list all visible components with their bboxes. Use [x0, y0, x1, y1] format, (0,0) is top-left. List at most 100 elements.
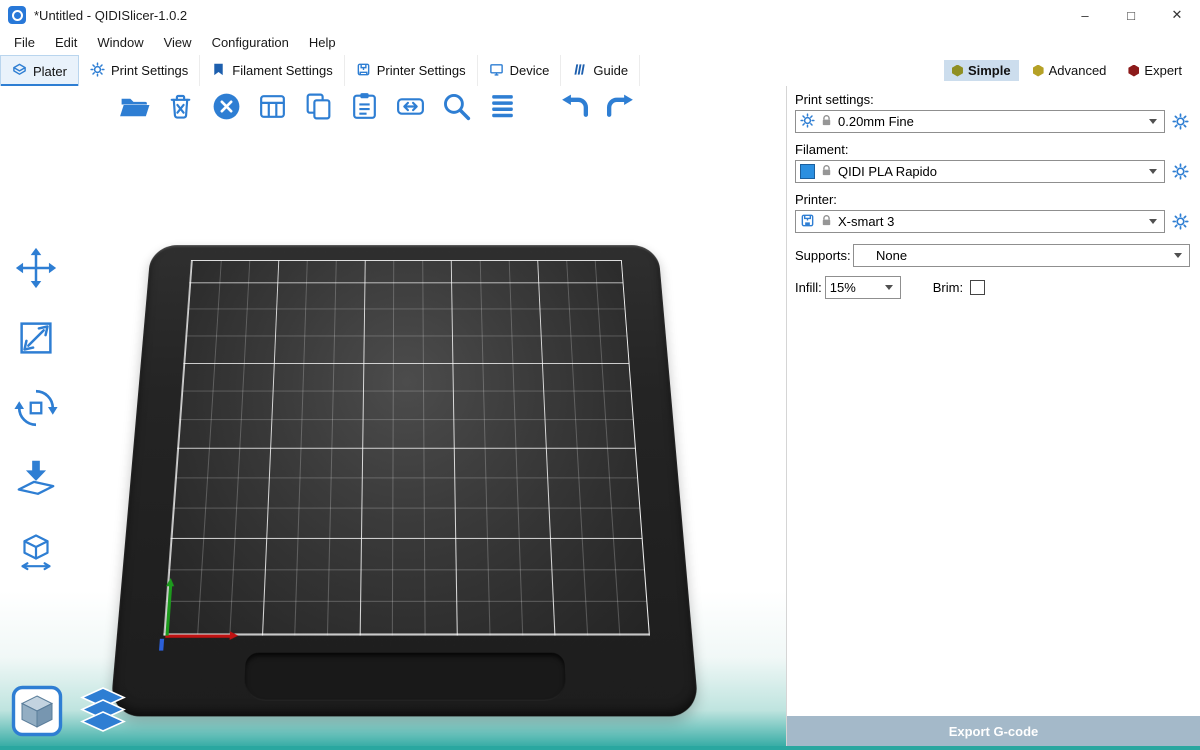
tab-label: Device [510, 63, 550, 78]
3d-viewport[interactable] [0, 86, 786, 750]
printer-icon [800, 213, 815, 231]
supports-label: Supports: [795, 248, 853, 263]
menu-bar: File Edit Window View Configuration Help [0, 30, 1200, 55]
printer-icon [356, 62, 371, 80]
delete-icon[interactable] [162, 88, 199, 125]
advanced-mode-icon [1033, 65, 1044, 77]
filament-gear-button[interactable] [1171, 162, 1190, 181]
paste-icon[interactable] [346, 88, 383, 125]
arrange-icon[interactable] [254, 88, 291, 125]
printer-row: X-smart 3 [795, 210, 1190, 233]
tab-bar: Plater Print Settings Filament Settings … [0, 55, 1200, 87]
chevron-down-icon[interactable] [885, 285, 893, 290]
guide-columns-icon [572, 62, 587, 80]
supports-value: None [876, 248, 907, 263]
mode-selector: Simple Advanced Expert [944, 55, 1200, 86]
chevron-down-icon[interactable] [1149, 119, 1157, 124]
brim-label: Brim: [933, 280, 963, 295]
chevron-down-icon[interactable] [1149, 219, 1157, 224]
scale-icon[interactable] [12, 314, 60, 362]
mode-label: Simple [968, 63, 1011, 78]
maximize-button[interactable]: □ [1108, 0, 1154, 30]
main-area: Print settings: 0.20mm Fine Filament: QI… [0, 86, 1200, 750]
filament-color-swatch [800, 164, 815, 179]
place-on-face-icon[interactable] [12, 454, 60, 502]
filament-row: QIDI PLA Rapido [795, 160, 1190, 183]
search-icon[interactable] [438, 88, 475, 125]
print-settings-combo[interactable]: 0.20mm Fine [795, 110, 1165, 133]
split-objects-icon[interactable] [392, 88, 429, 125]
lock-icon [820, 214, 833, 230]
tab-label: Print Settings [111, 63, 188, 78]
window-controls: – □ ✕ [1062, 0, 1200, 30]
printer-label: Printer: [795, 192, 1190, 207]
rotate-icon[interactable] [12, 384, 60, 432]
mode-label: Expert [1144, 63, 1182, 78]
close-button[interactable]: ✕ [1154, 0, 1200, 30]
measure-icon[interactable] [12, 524, 60, 572]
filament-label: Filament: [795, 142, 1190, 157]
mode-advanced[interactable]: Advanced [1025, 60, 1115, 81]
gear-icon [800, 113, 815, 131]
infill-combo[interactable]: 15% [825, 276, 901, 299]
filament-spool-icon [211, 62, 226, 80]
mode-simple[interactable]: Simple [944, 60, 1019, 81]
preview-layers-icon[interactable] [76, 684, 130, 738]
infill-label: Infill: [795, 280, 822, 295]
minimize-button[interactable]: – [1062, 0, 1108, 30]
filament-value: QIDI PLA Rapido [838, 164, 937, 179]
mode-expert[interactable]: Expert [1120, 60, 1190, 81]
supports-combo[interactable]: None [853, 244, 1190, 267]
tab-guide[interactable]: Guide [561, 55, 640, 86]
chevron-down-icon[interactable] [1174, 253, 1182, 258]
export-gcode-button[interactable]: Export G-code [787, 716, 1200, 746]
move-icon[interactable] [12, 244, 60, 292]
tab-filament-settings[interactable]: Filament Settings [200, 55, 344, 86]
mode-label: Advanced [1049, 63, 1107, 78]
tab-plater[interactable]: Plater [0, 55, 79, 86]
app-window: *Untitled - QIDISlicer-1.0.2 – □ ✕ File … [0, 0, 1200, 750]
tab-print-settings[interactable]: Print Settings [79, 55, 200, 86]
lock-icon [820, 164, 833, 180]
printer-combo[interactable]: X-smart 3 [795, 210, 1165, 233]
brim-checkbox[interactable] [970, 280, 985, 295]
plater-toolbar [116, 88, 639, 125]
menu-file[interactable]: File [4, 30, 45, 55]
tab-printer-settings[interactable]: Printer Settings [345, 55, 478, 86]
infill-value: 15% [830, 280, 856, 295]
plater-bed-icon [12, 62, 27, 80]
print-settings-label: Print settings: [795, 92, 1190, 107]
copy-icon[interactable] [300, 88, 337, 125]
filament-combo[interactable]: QIDI PLA Rapido [795, 160, 1165, 183]
tab-label: Printer Settings [377, 63, 466, 78]
chevron-down-icon[interactable] [1149, 169, 1157, 174]
app-logo-icon [8, 6, 26, 24]
3d-editor-view-icon[interactable] [10, 684, 64, 738]
undo-icon[interactable] [556, 88, 593, 125]
menu-view[interactable]: View [154, 30, 202, 55]
printer-gear-button[interactable] [1171, 212, 1190, 231]
redo-icon[interactable] [602, 88, 639, 125]
bed-plate-grid [163, 260, 650, 636]
x-axis-indicator [165, 635, 231, 638]
settings-sidebar: Print settings: 0.20mm Fine Filament: QI… [786, 86, 1200, 750]
supports-row: Supports: None [795, 244, 1190, 267]
title-bar: *Untitled - QIDISlicer-1.0.2 – □ ✕ [0, 0, 1200, 30]
device-monitor-icon [489, 62, 504, 80]
window-title: *Untitled - QIDISlicer-1.0.2 [34, 8, 187, 23]
viewport-bottom-gradient [0, 746, 1200, 750]
print-settings-gear-button[interactable] [1171, 112, 1190, 131]
tab-label: Filament Settings [232, 63, 332, 78]
menu-help[interactable]: Help [299, 30, 346, 55]
menu-window[interactable]: Window [87, 30, 153, 55]
open-file-icon[interactable] [116, 88, 153, 125]
tab-label: Guide [593, 63, 628, 78]
delete-all-icon[interactable] [208, 88, 245, 125]
z-axis-indicator [159, 639, 164, 651]
variable-layer-height-icon[interactable] [484, 88, 521, 125]
lock-icon [820, 114, 833, 130]
tab-device[interactable]: Device [478, 55, 562, 86]
menu-edit[interactable]: Edit [45, 30, 87, 55]
print-bed [110, 245, 699, 716]
menu-configuration[interactable]: Configuration [202, 30, 299, 55]
